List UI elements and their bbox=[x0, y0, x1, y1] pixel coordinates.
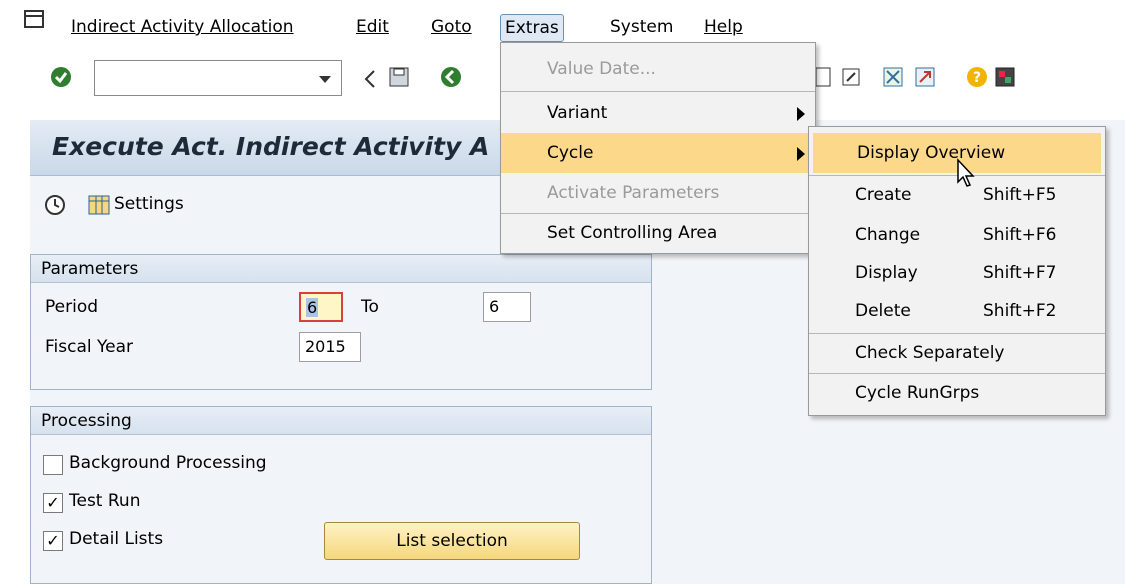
generate-icon[interactable] bbox=[914, 66, 936, 88]
period-from-value: 6 bbox=[306, 298, 319, 317]
shortcut-label: Shift+F5 bbox=[983, 185, 1057, 205]
menu-help[interactable]: Help bbox=[700, 14, 747, 42]
application-toolbar: Settings bbox=[30, 182, 506, 230]
list-selection-button[interactable]: List selection bbox=[324, 522, 580, 560]
menu-label: Extras bbox=[505, 18, 559, 38]
fiscal-year-input[interactable]: 2015 bbox=[299, 332, 361, 362]
submenu-arrow-icon bbox=[797, 147, 805, 161]
menu-item-label: Display bbox=[855, 263, 918, 283]
shortcut-label: Shift+F2 bbox=[983, 301, 1057, 321]
save-icon[interactable] bbox=[388, 66, 410, 88]
menu-system[interactable]: System bbox=[606, 14, 677, 42]
customize-layout-icon[interactable] bbox=[994, 66, 1016, 88]
mouse-cursor-icon bbox=[957, 158, 975, 187]
detail-lists-checkbox[interactable]: ✓ bbox=[43, 531, 63, 551]
parameters-heading: Parameters bbox=[31, 255, 651, 283]
menu-item-label: Activate Parameters bbox=[547, 183, 720, 203]
page-title: Execute Act. Indirect Activity A bbox=[52, 132, 490, 161]
menu-item-label: Cycle bbox=[547, 143, 594, 163]
fiscal-year-label: Fiscal Year bbox=[45, 337, 134, 357]
menu-item-cycle-rungrps[interactable]: Cycle RunGrps bbox=[809, 373, 1105, 413]
chevron-down-icon[interactable] bbox=[319, 76, 331, 83]
submenu-arrow-icon bbox=[797, 107, 805, 121]
menu-label: Edit bbox=[356, 17, 389, 37]
extras-dropdown: Value Date... Variant Cycle Activate Par… bbox=[500, 42, 816, 254]
menu-item-change[interactable]: Change Shift+F6 bbox=[809, 215, 1105, 255]
processing-heading: Processing bbox=[31, 407, 651, 435]
settings-table-icon bbox=[88, 195, 110, 215]
menu-separator bbox=[501, 91, 815, 92]
menu-item-activate-parameters[interactable]: Activate Parameters bbox=[501, 173, 815, 213]
test-run-label: Test Run bbox=[69, 491, 141, 511]
parameters-group: Parameters Period 6 To 6 Fiscal Year 201… bbox=[30, 254, 652, 390]
menu-extras[interactable]: Extras bbox=[500, 14, 564, 42]
menu-indirect-activity-allocation[interactable]: Indirect Activity Allocation bbox=[67, 14, 298, 42]
detail-lists-label: Detail Lists bbox=[69, 529, 164, 549]
menu-item-label: Display Overview bbox=[857, 143, 1006, 163]
menu-item-label: Variant bbox=[547, 103, 608, 123]
window-menu-icon[interactable] bbox=[24, 10, 44, 28]
help-icon[interactable]: ? bbox=[966, 66, 988, 88]
menu-item-set-controlling-area[interactable]: Set Controlling Area bbox=[501, 213, 815, 253]
background-processing-label: Background Processing bbox=[69, 453, 267, 473]
back-arrow-icon[interactable] bbox=[360, 68, 382, 90]
command-field[interactable] bbox=[94, 60, 342, 96]
menu-label: System bbox=[610, 17, 674, 37]
test-run-checkbox[interactable]: ✓ bbox=[43, 493, 63, 513]
menu-item-delete[interactable]: Delete Shift+F2 bbox=[809, 291, 1105, 331]
period-to-input[interactable]: 6 bbox=[483, 292, 531, 322]
menu-item-label: Change bbox=[855, 225, 921, 245]
settings-label: Settings bbox=[114, 194, 184, 214]
menu-item-cycle[interactable]: Cycle bbox=[501, 133, 815, 173]
to-label: To bbox=[361, 297, 379, 317]
period-label: Period bbox=[45, 297, 99, 317]
menu-item-variant[interactable]: Variant bbox=[501, 93, 815, 133]
background-processing-checkbox[interactable] bbox=[43, 455, 63, 475]
menu-goto[interactable]: Goto bbox=[427, 14, 476, 42]
menu-item-label: Set Controlling Area bbox=[547, 223, 718, 243]
menu-item-label: Create bbox=[855, 185, 912, 205]
menu-edit[interactable]: Edit bbox=[352, 14, 393, 42]
menu-label: Goto bbox=[431, 17, 472, 37]
menu-label: Indirect Activity Allocation bbox=[71, 17, 294, 37]
layout-icon[interactable] bbox=[882, 66, 904, 88]
execute-clock-icon[interactable] bbox=[44, 194, 66, 216]
menu-label: Help bbox=[704, 17, 743, 37]
menu-item-label: Check Separately bbox=[855, 343, 1005, 363]
shortcut-icon[interactable] bbox=[840, 66, 862, 88]
shortcut-label: Shift+F7 bbox=[983, 263, 1057, 283]
menu-item-value-date[interactable]: Value Date... bbox=[501, 49, 815, 89]
menu-item-label: Value Date... bbox=[547, 59, 656, 79]
menu-item-label: Cycle RunGrps bbox=[855, 383, 980, 403]
menu-item-check-separately[interactable]: Check Separately bbox=[809, 333, 1105, 373]
menu-item-label: Delete bbox=[855, 301, 911, 321]
enter-check-icon[interactable] bbox=[50, 66, 72, 88]
svg-text:?: ? bbox=[973, 70, 981, 86]
menu-item-display[interactable]: Display Shift+F7 bbox=[809, 253, 1105, 293]
back-green-icon[interactable] bbox=[440, 66, 462, 88]
period-from-input[interactable]: 6 bbox=[299, 292, 343, 322]
shortcut-label: Shift+F6 bbox=[983, 225, 1057, 245]
